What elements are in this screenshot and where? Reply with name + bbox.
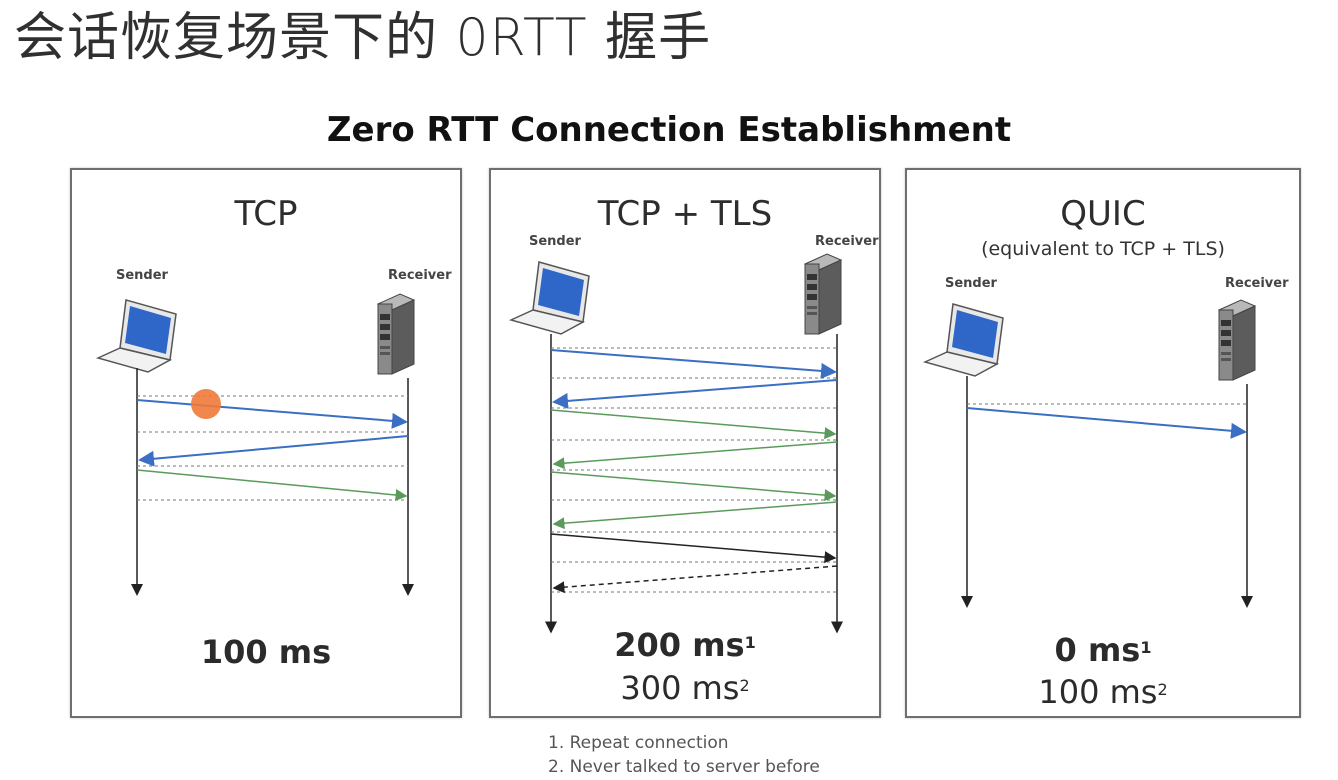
panel-quic: QUIC (equivalent to TCP + TLS) Sender Re… [905, 168, 1301, 718]
timing-sub-value: 300 ms [620, 669, 740, 707]
timing-main: 0 ms1 [907, 630, 1299, 670]
footnote-marker: 2 [739, 676, 750, 695]
footnote-item: 2. Never talked to server before [548, 757, 820, 777]
panel-tcp: TCP Sender Receiver 100 ms [70, 168, 462, 718]
footnote-marker: 1 [744, 633, 756, 652]
panel-tcp-tls: TCP + TLS Sender Receiver 200 ms1 300 ms… [489, 168, 881, 718]
server-icon [1217, 299, 1257, 381]
timing-main: 200 ms1 [491, 625, 879, 665]
slide-title: 会话恢复场景下的 0RTT 握手 [14, 8, 712, 68]
timing-sub-value: 100 ms [1038, 673, 1158, 711]
laptop-icon [95, 299, 177, 373]
timing-sub: 300 ms2 [491, 668, 879, 708]
timing-main: 100 ms [200, 633, 332, 671]
cursor-highlight [191, 389, 221, 419]
timing-sub: 100 ms2 [907, 672, 1299, 712]
figure-title: Zero RTT Connection Establishment [326, 110, 1012, 150]
server-icon [803, 253, 843, 335]
footnote-marker: 1 [1140, 638, 1152, 657]
server-icon [376, 293, 416, 375]
footnote-item: 1. Repeat connection [548, 733, 729, 753]
timing-main-value: 0 ms [1054, 631, 1141, 669]
footnotes: 1. Repeat connection 2. Never talked to … [548, 731, 820, 779]
laptop-icon [922, 303, 1004, 377]
timing-main-value: 200 ms [614, 626, 745, 664]
laptop-icon [508, 261, 590, 335]
footnote-marker: 2 [1157, 680, 1168, 699]
